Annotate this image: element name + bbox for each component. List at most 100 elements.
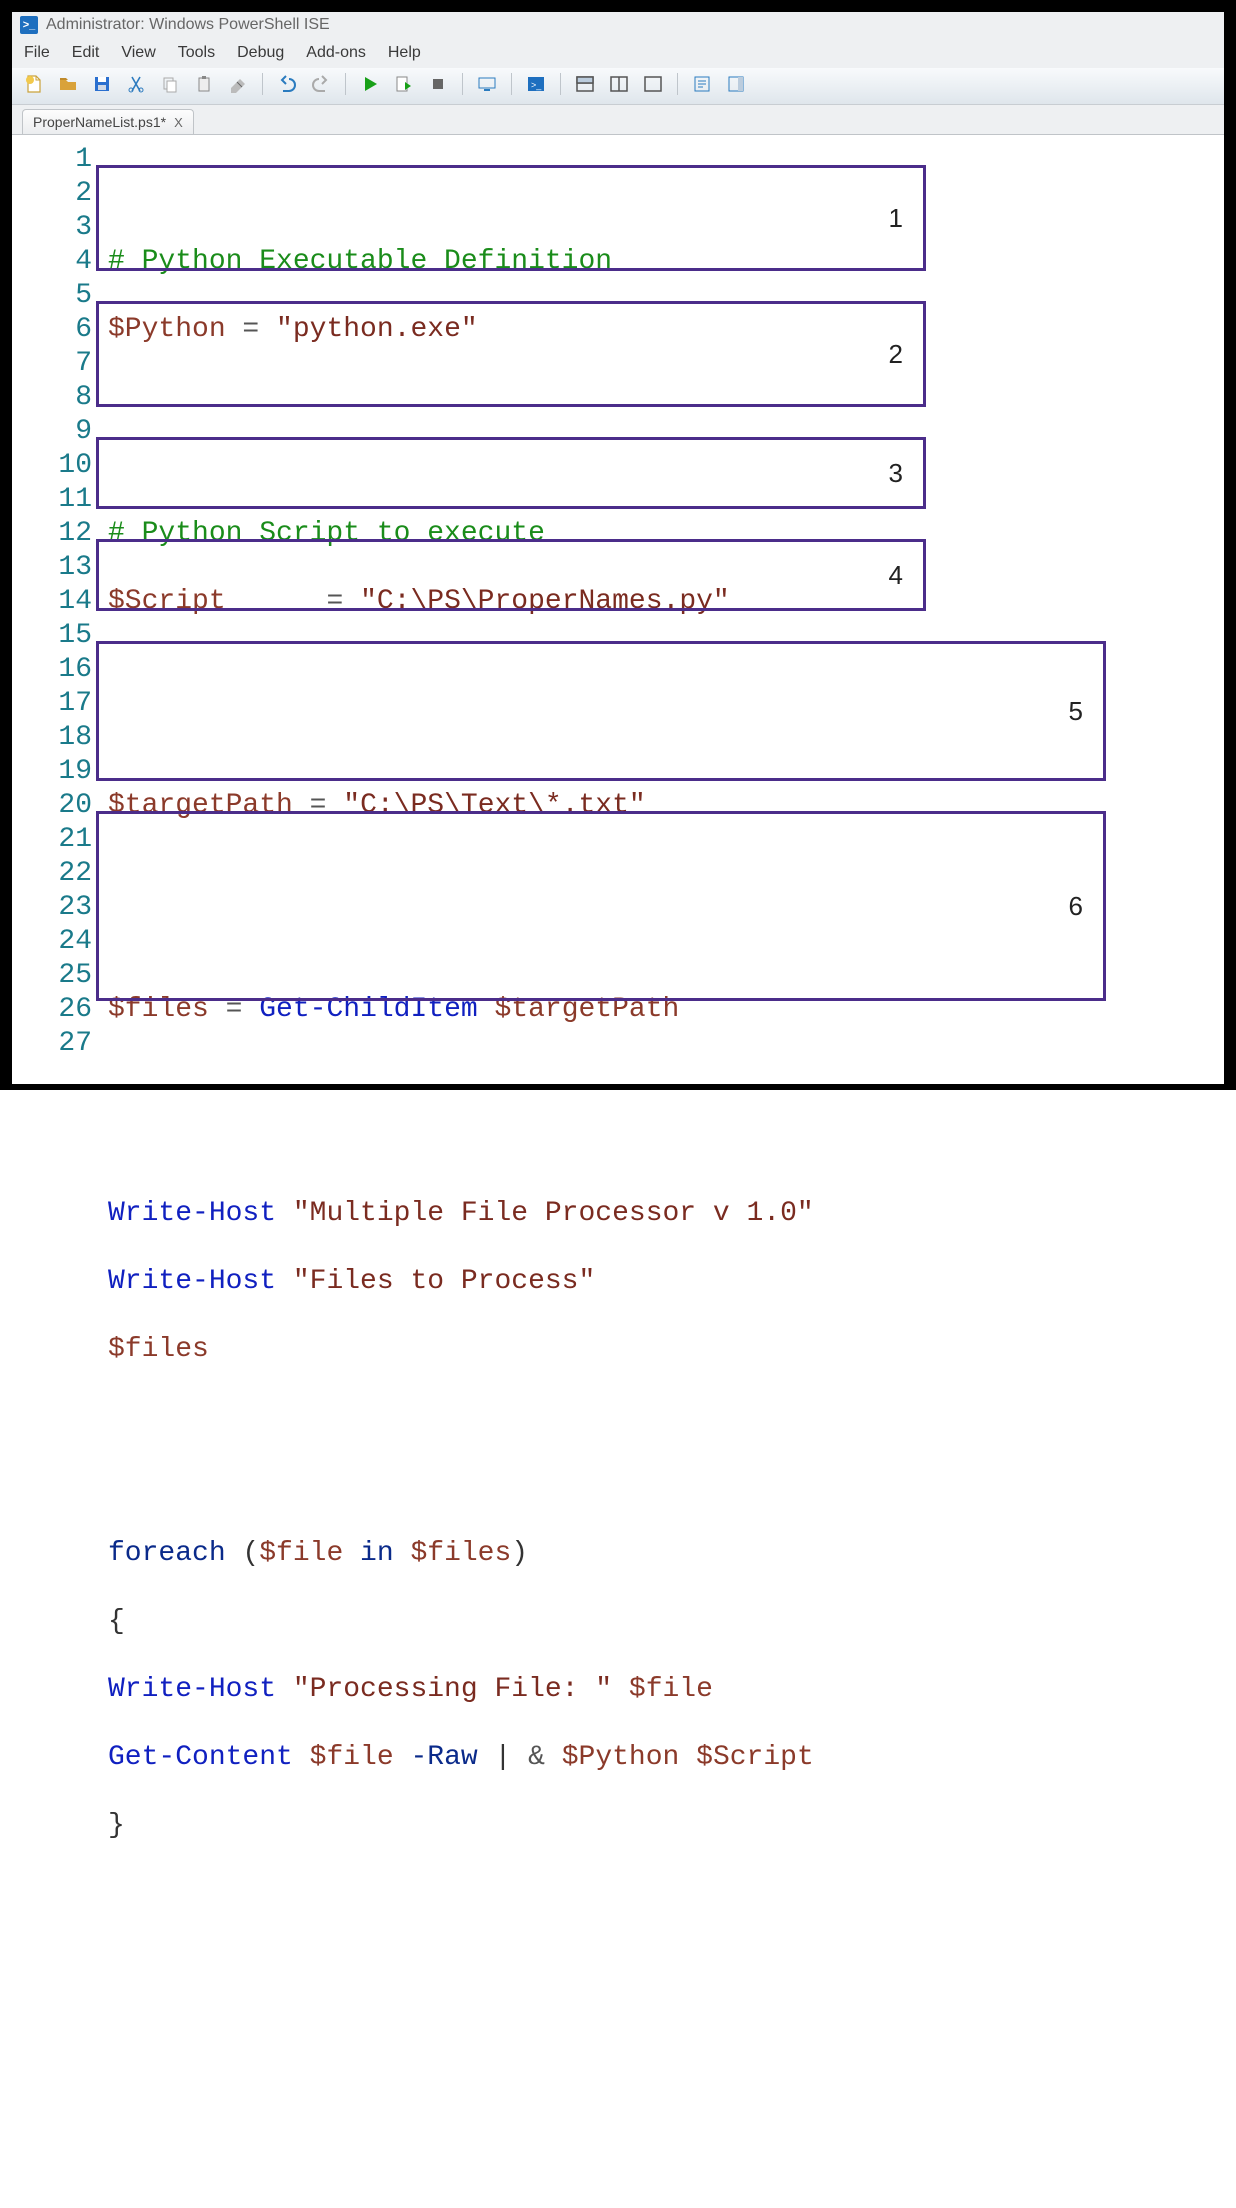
line-number: 21 [12,823,92,857]
toolbar: >_ [12,68,1224,105]
open-file-icon[interactable] [56,72,80,96]
menu-debug[interactable]: Debug [237,44,284,62]
line-number: 17 [12,687,92,721]
line-number: 18 [12,721,92,755]
code-line: { [108,1605,1218,1639]
toolbar-separator [462,73,463,95]
line-number: 16 [12,653,92,687]
save-icon[interactable] [90,72,114,96]
menu-help[interactable]: Help [388,44,421,62]
line-number: 7 [12,347,92,381]
code-line: Write-Host "Processing File: " $file [108,1673,1218,1707]
line-number: 20 [12,789,92,823]
run-selection-icon[interactable] [392,72,416,96]
window-title: Administrator: Windows PowerShell ISE [46,16,330,34]
code-line [108,857,1218,891]
line-number: 26 [12,993,92,1027]
code-line: $files [108,1333,1218,1367]
toolbar-separator [345,73,346,95]
code-area[interactable]: # Python Executable Definition $Python =… [102,135,1224,1084]
tabstrip: ProperNameList.ps1* X [12,105,1224,134]
code-line: $targetPath = "C:\PS\Text\*.txt" [108,789,1218,823]
show-script-right-icon[interactable] [607,72,631,96]
annotation-box-6: 6 [96,811,1106,1001]
line-number: 11 [12,483,92,517]
new-file-icon[interactable] [22,72,46,96]
code-line [108,1129,1218,1163]
toolbar-separator [262,73,263,95]
code-line: # Python Executable Definition [108,245,1218,279]
line-number: 24 [12,925,92,959]
command-addon-icon[interactable] [690,72,714,96]
code-line [108,925,1218,959]
clear-icon[interactable] [226,72,250,96]
run-icon[interactable] [358,72,382,96]
line-number: 1 [12,143,92,177]
code-line: $files = Get-ChildItem $targetPath [108,993,1218,1027]
code-line [108,177,1218,211]
code-line [108,1877,1218,1911]
menu-tools[interactable]: Tools [178,44,215,62]
code-line [108,653,1218,687]
line-number: 2 [12,177,92,211]
show-script-top-icon[interactable] [573,72,597,96]
code-line: Write-Host "Files to Process" [108,1265,1218,1299]
script-editor[interactable]: 1 2 3 4 5 6 7 8 9 10 11 12 13 14 15 16 1… [12,134,1224,1084]
line-number: 23 [12,891,92,925]
code-line [108,1945,1218,1979]
line-number: 6 [12,313,92,347]
paste-icon[interactable] [192,72,216,96]
toolbar-separator [560,73,561,95]
line-number-gutter: 1 2 3 4 5 6 7 8 9 10 11 12 13 14 15 16 1… [12,135,102,1084]
line-number: 4 [12,245,92,279]
code-line [108,721,1218,755]
line-number: 27 [12,1027,92,1061]
menu-file[interactable]: File [24,44,50,62]
close-tab-icon[interactable]: X [174,115,183,130]
code-line [108,1401,1218,1435]
show-script-maximized-icon[interactable] [641,72,665,96]
line-number: 15 [12,619,92,653]
tab-label: ProperNameList.ps1* [33,114,166,130]
menu-addons[interactable]: Add-ons [306,44,366,62]
remote-icon[interactable] [475,72,499,96]
code-line: # Python Script to execute [108,517,1218,551]
code-line [108,1469,1218,1503]
toolbox-icon[interactable] [724,72,748,96]
line-number: 19 [12,755,92,789]
powershell-icon: >_ [20,16,38,34]
line-number: 5 [12,279,92,313]
line-number: 12 [12,517,92,551]
line-number: 22 [12,857,92,891]
line-number: 13 [12,551,92,585]
menu-edit[interactable]: Edit [72,44,100,62]
stop-icon[interactable] [426,72,450,96]
powershell-window-icon[interactable]: >_ [524,72,548,96]
code-line: $Script = "C:\PS\ProperNames.py" [108,585,1218,619]
code-line [108,1061,1218,1095]
code-line: Write-Host "Multiple File Processor v 1.… [108,1197,1218,1231]
cut-icon[interactable] [124,72,148,96]
line-number: 3 [12,211,92,245]
undo-icon[interactable] [275,72,299,96]
menubar: File Edit View Tools Debug Add-ons Help [12,38,1224,68]
line-number: 14 [12,585,92,619]
menu-view[interactable]: View [121,44,155,62]
redo-icon[interactable] [309,72,333,96]
svg-text:>_: >_ [531,80,542,90]
code-line: foreach ($file in $files) [108,1537,1218,1571]
line-number: 8 [12,381,92,415]
tab-propernamelist[interactable]: ProperNameList.ps1* X [22,109,194,134]
code-line: } [108,1809,1218,1843]
code-line [108,381,1218,415]
titlebar: >_ Administrator: Windows PowerShell ISE [12,12,1224,38]
toolbar-separator [511,73,512,95]
copy-icon[interactable] [158,72,182,96]
line-number: 25 [12,959,92,993]
window-frame: >_ Administrator: Windows PowerShell ISE… [0,0,1236,1090]
toolbar-separator [677,73,678,95]
line-number: 10 [12,449,92,483]
annotation-label: 6 [1069,889,1083,923]
code-line: Get-Content $file -Raw | & $Python $Scri… [108,1741,1218,1775]
code-line: $Python = "python.exe" [108,313,1218,347]
